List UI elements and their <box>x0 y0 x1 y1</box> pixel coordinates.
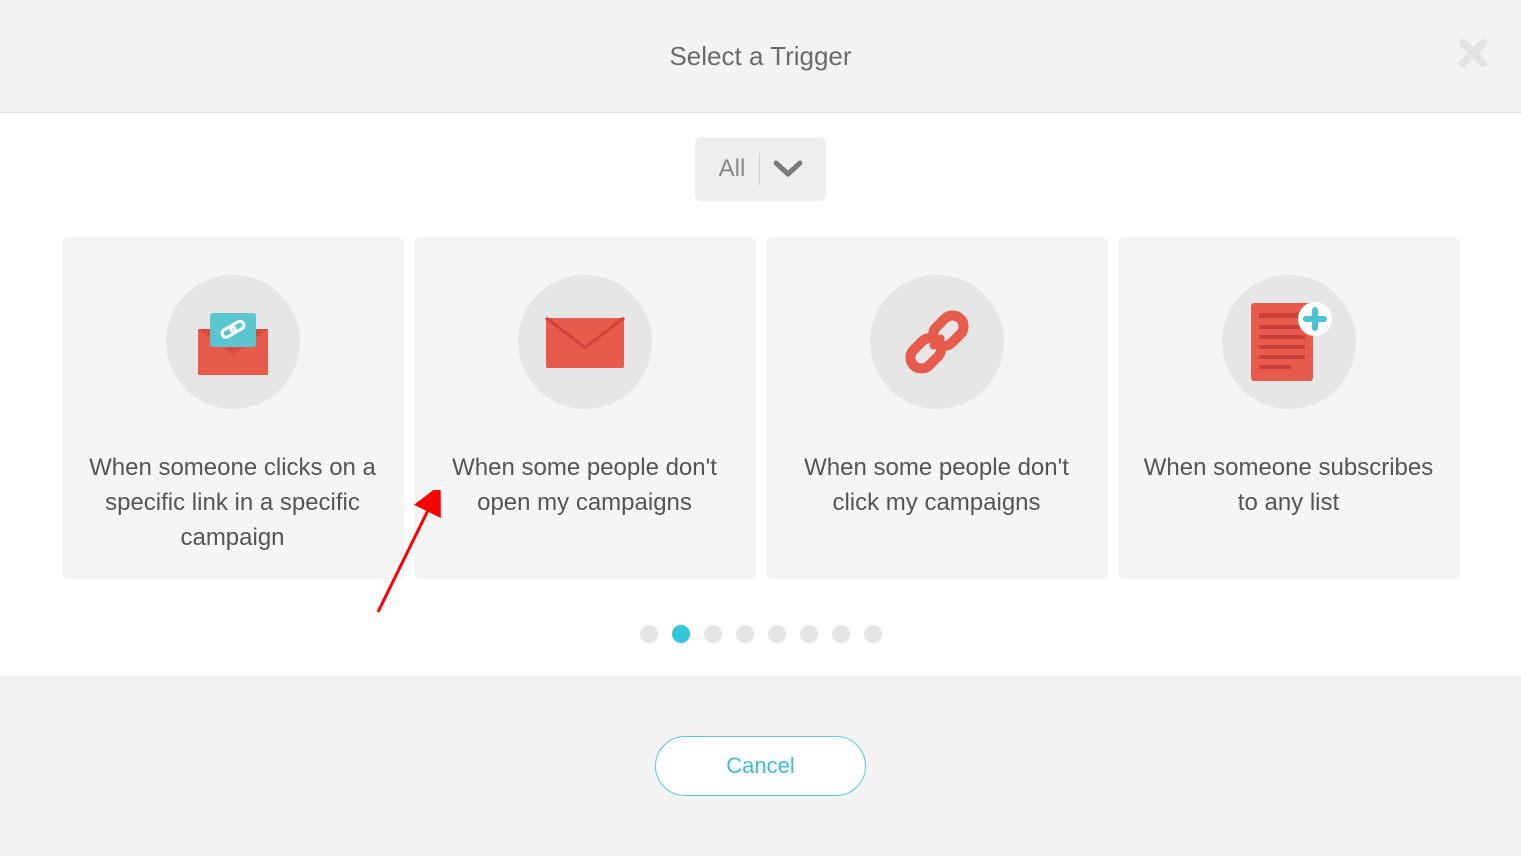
card-label: When some people don't click my campaign… <box>790 451 1084 521</box>
modal-title: Select a Trigger <box>669 41 851 72</box>
pagination-dot[interactable] <box>800 625 818 643</box>
card-label: When someone clicks on a specific link i… <box>86 451 380 555</box>
pagination-dots <box>0 625 1521 643</box>
trigger-card-subscribe-list[interactable]: When someone subscribes to any list <box>1118 237 1460 579</box>
card-label: When someone subscribes to any list <box>1142 451 1436 521</box>
envelope-link-icon <box>194 307 272 377</box>
cancel-button[interactable]: Cancel <box>655 736 865 796</box>
chevron-down-icon <box>774 160 802 178</box>
close-button[interactable] <box>1457 36 1489 76</box>
close-icon <box>1457 37 1489 69</box>
pagination-dot[interactable] <box>864 625 882 643</box>
pagination-dot[interactable] <box>768 625 786 643</box>
card-icon-wrap <box>1222 275 1356 409</box>
pagination-dot[interactable] <box>640 625 658 643</box>
pagination-dot[interactable] <box>704 625 722 643</box>
link-icon <box>894 299 980 385</box>
filter-dropdown[interactable]: All <box>695 137 827 201</box>
modal-header: Select a Trigger <box>0 0 1521 113</box>
card-icon-wrap <box>870 275 1004 409</box>
filter-divider <box>759 153 760 185</box>
card-label: When some people don't open my campaigns <box>438 451 732 521</box>
pagination-dot[interactable] <box>736 625 754 643</box>
modal-footer: Cancel <box>0 676 1521 856</box>
pagination-dot[interactable] <box>672 625 690 643</box>
list-add-icon <box>1243 299 1335 385</box>
trigger-card-not-click[interactable]: When some people don't click my campaign… <box>766 237 1108 579</box>
filter-row: All <box>0 113 1521 237</box>
card-icon-wrap <box>518 275 652 409</box>
trigger-cards: When someone clicks on a specific link i… <box>0 237 1521 579</box>
card-icon-wrap <box>166 275 300 409</box>
envelope-icon <box>544 314 626 370</box>
trigger-card-link-click[interactable]: When someone clicks on a specific link i… <box>62 237 404 579</box>
filter-label: All <box>719 155 746 183</box>
trigger-card-not-open[interactable]: When some people don't open my campaigns <box>414 237 756 579</box>
pagination-dot[interactable] <box>832 625 850 643</box>
